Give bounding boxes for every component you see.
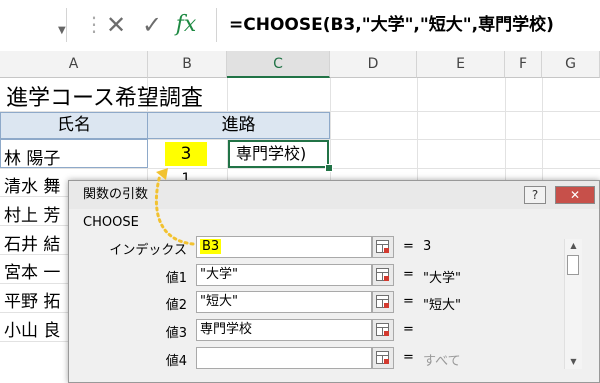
annotation-arrow	[154, 168, 195, 246]
